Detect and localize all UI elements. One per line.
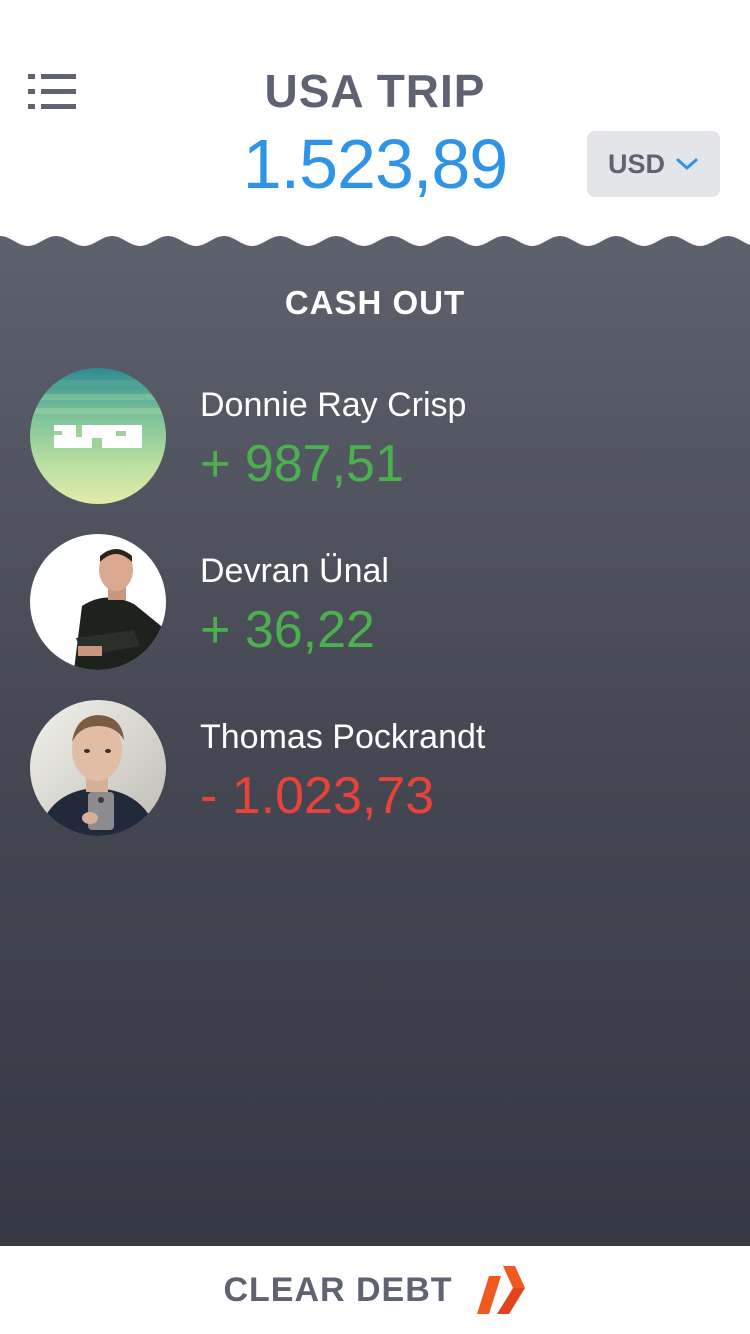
clear-debt-label: CLEAR DEBT [223, 1270, 453, 1309]
person-amount: + 987,51 [200, 435, 404, 493]
person-amount: + 36,22 [200, 601, 375, 659]
person-row[interactable]: Donnie Ray Crisp + 987,51 [30, 368, 720, 504]
avatar [30, 700, 166, 836]
person-name: Devran Ünal [200, 552, 389, 590]
wave-edge [0, 226, 750, 246]
person-name: Donnie Ray Crisp [200, 386, 467, 424]
cash-out-panel: CASH OUT Donnie Ray Crisp + 987,51 Devra… [0, 226, 750, 1246]
currency-label: USD [607, 148, 665, 179]
avatar [30, 368, 166, 504]
clear-debt-button[interactable]: CLEAR DEBT [0, 1246, 750, 1334]
trip-title: USA TRIP [264, 65, 486, 117]
chevron-down-icon [676, 158, 698, 170]
person-name: Thomas Pockrandt [200, 718, 486, 756]
section-title: CASH OUT [284, 284, 466, 321]
header: USA TRIP 1.523,89 USD [0, 0, 750, 240]
person-amount: - 1.023,73 [200, 767, 435, 825]
person-row[interactable]: Devran Ünal + 36,22 [30, 534, 720, 670]
currency-selector[interactable]: USD [587, 131, 720, 197]
person-row[interactable]: Thomas Pockrandt - 1.023,73 [30, 700, 720, 836]
double-slash-logo-icon [476, 1266, 525, 1314]
avatar [30, 534, 166, 670]
